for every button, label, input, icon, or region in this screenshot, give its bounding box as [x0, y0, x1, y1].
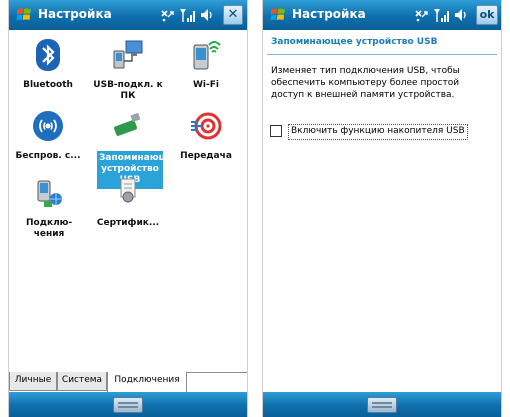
tile-label: Wi-Fi [193, 80, 219, 90]
tab-personal[interactable]: Личные [9, 372, 57, 391]
windows-logo-icon[interactable] [15, 6, 33, 24]
title-bar: Настройка ✕ [9, 0, 247, 30]
tile-usb-pc[interactable]: USB-подкл. к ПК [89, 37, 167, 102]
certificates-icon [120, 178, 136, 203]
volume-icon[interactable] [199, 5, 215, 25]
window-title: Настройка [38, 7, 112, 21]
window-title: Настройка [292, 7, 366, 21]
tile-label: Сертифик... [96, 218, 160, 228]
usb-pc-icon [113, 40, 143, 69]
usb-storage-icon [114, 112, 141, 136]
usb-storage-checkbox[interactable] [270, 125, 282, 137]
ok-button[interactable]: ok [476, 5, 498, 25]
wifi-icon [193, 41, 221, 70]
usb-storage-checkbox-label[interactable]: Включить функцию накопителя USB [288, 124, 468, 140]
tab-system[interactable]: Система [57, 372, 107, 391]
close-icon: ✕ [227, 7, 239, 22]
usb-storage-settings-window: Настройка ok Запоминающее устройство USB… [262, 0, 502, 417]
bluetooth-icon [36, 39, 60, 71]
connections-icon [37, 180, 62, 207]
section-divider [267, 54, 497, 55]
menu-bar [263, 392, 501, 417]
tile-connections[interactable]: Подклю-чения [9, 175, 87, 240]
tile-wireless[interactable]: Беспров. с... [9, 108, 87, 162]
volume-icon[interactable] [453, 5, 469, 25]
keyboard-icon[interactable] [367, 397, 397, 413]
tile-label: Подклю-чения [26, 218, 73, 239]
close-button[interactable]: ✕ [223, 5, 243, 25]
tile-wifi[interactable]: Wi-Fi [167, 37, 245, 91]
tile-certificates[interactable]: Сертифик... [89, 175, 167, 229]
tab-connections[interactable]: Подключения [107, 372, 187, 392]
windows-logo-icon[interactable] [269, 6, 287, 24]
keyboard-icon[interactable] [113, 397, 143, 413]
signal-icon[interactable] [179, 5, 195, 25]
tile-label: USB-подкл. к ПК [93, 80, 163, 101]
description-text: Изменяет тип подключения USB, чтобы обес… [271, 66, 460, 100]
tile-label: Bluetooth [23, 80, 73, 90]
menu-bar [9, 392, 247, 417]
tab-strip: Личные Система Подключения [9, 372, 247, 393]
settings-connections-window: Настройка ✕ Bluetooth USB-подкл. к ПК Wi… [8, 0, 248, 417]
connectivity-icon[interactable] [159, 5, 175, 25]
tile-bluetooth[interactable]: Bluetooth [9, 37, 87, 91]
connectivity-icon[interactable] [413, 5, 429, 25]
signal-icon[interactable] [433, 5, 449, 25]
tile-beam[interactable]: Передача [167, 108, 245, 162]
section-title: Запоминающее устройство USB [271, 37, 438, 47]
title-bar: Настройка ok [263, 0, 501, 30]
tile-label: Беспров. с... [15, 151, 81, 161]
tile-label: Передача [180, 151, 232, 161]
usb-storage-toggle-row[interactable]: Включить функцию накопителя USB [270, 124, 492, 140]
wireless-icon [33, 111, 63, 141]
beam-icon [191, 112, 222, 140]
